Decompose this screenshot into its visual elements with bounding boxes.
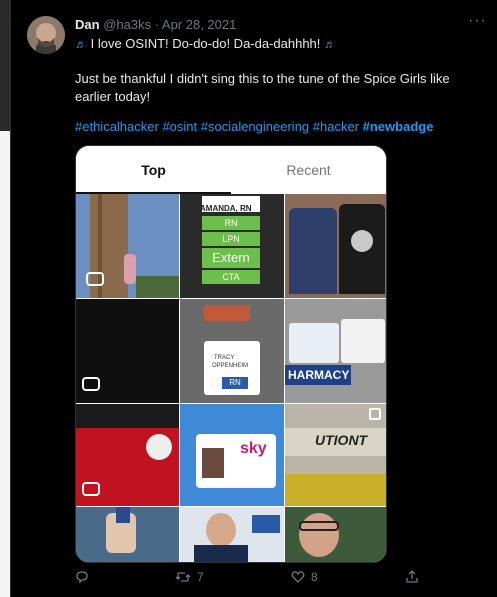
hashtag-links[interactable]: #ethicalhacker #osint #socialengineering… [75, 119, 359, 134]
tweet-text-line2: Just be thankful I didn't sing this to t… [75, 71, 450, 104]
image-grid: AMANDA, RN RN LPN Extern CTA TRACY OPPEN… [76, 194, 386, 562]
retweet-count: 7 [197, 570, 204, 584]
reply-icon [76, 571, 88, 584]
tile-badge-amanda: AMANDA, RN RN LPN Extern CTA [180, 194, 284, 298]
tweet-text-line1: ♬ I love OSINT! Do-do-do! Da-da-dahhhh! … [75, 35, 485, 53]
sky-logo: sky [240, 440, 267, 457]
like-button[interactable]: 8 [291, 570, 318, 584]
tile-palm-climber [76, 194, 179, 298]
badge-extern: Extern [202, 248, 260, 268]
more-options-icon[interactable]: ··· [468, 12, 487, 30]
badge-role: RN [222, 377, 248, 389]
share-icon [406, 570, 418, 583]
badge-text: AMANDA, RN [200, 204, 252, 213]
music-note-icon: ♬ [324, 37, 337, 51]
tab-top: Top [76, 146, 231, 194]
badge-lpn: LPN [202, 232, 260, 246]
tile-selfie [285, 507, 386, 562]
music-note-icon: ♬ [75, 37, 87, 51]
tweet-header: Dan @ha3ks · Apr 28, 2021 [75, 17, 236, 32]
tweet[interactable]: Dan @ha3ks · Apr 28, 2021 ··· ♬ I love O… [10, 0, 497, 597]
avatar[interactable] [27, 16, 65, 54]
tweet-text: I love OSINT! Do-do-do! Da-da-dahhhh! [90, 36, 321, 51]
background-page-edge [0, 131, 10, 597]
image-tabs: Top Recent [76, 146, 386, 194]
station-sign: UTIONT [315, 432, 368, 448]
tile-red-car [76, 404, 179, 506]
tile-hand-badge [76, 507, 179, 562]
tile-clothing [285, 194, 386, 298]
share-button[interactable] [405, 570, 419, 584]
handle-date[interactable]: @ha3ks · Apr 28, 2021 [103, 17, 236, 32]
tile-badge-tracy: TRACY OPPENHEIM RN [180, 299, 284, 403]
tile-news-anchor [180, 507, 284, 562]
badge-name: TRACY [214, 355, 235, 361]
reply-button[interactable] [75, 570, 95, 584]
pharmacy-label: HARMACY [285, 365, 351, 385]
retweet-icon [175, 572, 191, 582]
attached-image[interactable]: Top Recent AMANDA, RN RN LPN Extern CTA [75, 145, 387, 563]
tile-pattern [76, 299, 179, 403]
hashtags: #ethicalhacker #osint #socialengineering… [75, 118, 485, 136]
tab-recent: Recent [286, 162, 331, 178]
heart-icon [291, 571, 305, 583]
badge-cta: CTA [202, 270, 260, 284]
retweet-button[interactable]: 7 [175, 570, 204, 584]
tile-sky-badge: sky [180, 404, 284, 506]
like-count: 8 [311, 570, 318, 584]
badge-surname: OPPENHEIM [212, 363, 249, 369]
author-name[interactable]: Dan [75, 17, 100, 32]
hashtag-newbadge[interactable]: #newbadge [363, 119, 434, 134]
badge-rn: RN [202, 216, 260, 230]
tile-pharmacy: HARMACY [285, 299, 386, 403]
tile-station: UTIONT [285, 404, 386, 506]
